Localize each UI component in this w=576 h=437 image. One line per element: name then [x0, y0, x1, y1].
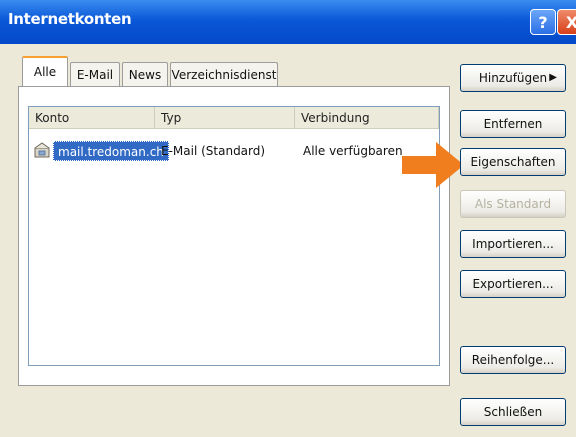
column-header-typ[interactable]: Typ — [155, 107, 295, 129]
account-list[interactable]: Konto Typ Verbindung mail.tredoman.ch E-… — [28, 106, 440, 366]
submenu-arrow-icon: ▶ — [549, 72, 557, 83]
import-button[interactable]: Importieren... — [460, 230, 566, 258]
properties-button[interactable]: Eigenschaften — [460, 148, 566, 176]
remove-button[interactable]: Entfernen — [460, 110, 566, 138]
internet-accounts-dialog: Internetkonten ? X Alle E-Mail News Verz… — [0, 0, 576, 437]
add-button-label: Hinzufügen — [478, 71, 548, 85]
close-button[interactable]: Schließen — [460, 398, 566, 426]
tab-email[interactable]: E-Mail — [70, 62, 120, 88]
tab-news[interactable]: News — [122, 62, 168, 88]
order-button[interactable]: Reihenfolge... — [460, 346, 566, 374]
export-button[interactable]: Exportieren... — [460, 270, 566, 298]
mail-account-icon — [34, 142, 50, 158]
list-item[interactable]: mail.tredoman.ch E-Mail (Standard) Alle … — [29, 141, 437, 161]
tab-alle[interactable]: Alle — [22, 56, 68, 88]
add-button[interactable]: Hinzufügen ▶ — [460, 64, 566, 92]
column-header-verbindung[interactable]: Verbindung — [295, 107, 439, 129]
help-button[interactable]: ? — [530, 9, 556, 35]
account-name: mail.tredoman.ch — [53, 141, 169, 161]
close-window-button[interactable]: X — [557, 9, 576, 35]
title-bar: Internetkonten ? X — [0, 0, 576, 44]
account-type: E-Mail (Standard) — [161, 144, 266, 158]
set-default-button[interactable]: Als Standard — [460, 190, 566, 218]
window-title: Internetkonten — [8, 10, 132, 28]
help-icon: ? — [538, 13, 548, 32]
tab-verzeichnisdienst[interactable]: Verzeichnisdienst — [170, 62, 278, 88]
orange-arrow-icon — [402, 142, 464, 188]
column-header-konto[interactable]: Konto — [29, 107, 155, 129]
account-connection: Alle verfügbaren — [303, 144, 403, 158]
close-icon: X — [565, 13, 576, 32]
